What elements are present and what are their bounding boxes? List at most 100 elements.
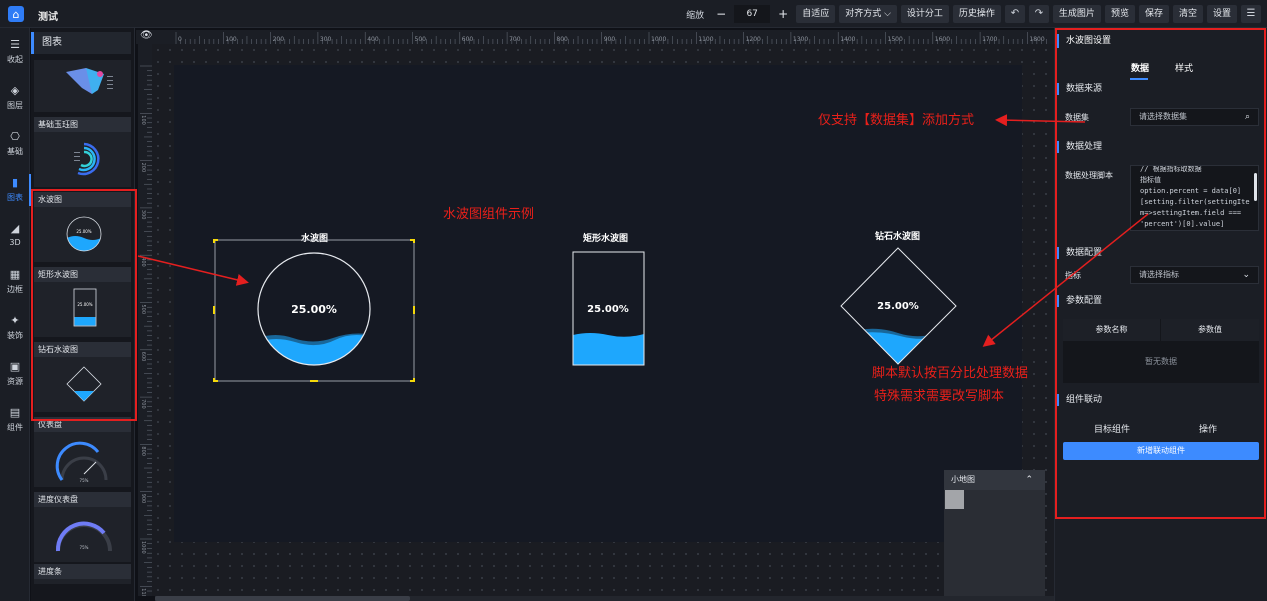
nav-label: 装饰: [7, 331, 23, 340]
card-title: 进度仪表盘: [34, 492, 131, 507]
clear-button[interactable]: 清空: [1172, 5, 1203, 23]
nav-layers[interactable]: ◈ 图层: [0, 78, 30, 118]
preview-button[interactable]: 预览: [1104, 5, 1135, 23]
card-title: 基础玉珏图: [34, 117, 131, 132]
card-title: 进度条: [34, 564, 131, 579]
nav-label: 组件: [7, 423, 23, 432]
ruler-label: 1200: [746, 36, 761, 43]
nav-resources[interactable]: ▣ 资源: [0, 354, 30, 394]
nav-label: 基础: [7, 147, 23, 156]
library-card-bubble[interactable]: [34, 60, 131, 112]
top-ruler: 0 100 200 300 400 500 600 700 800 900 1000 1100 1200…: [136, 30, 1054, 44]
zoom-in-button[interactable]: +: [774, 5, 792, 23]
gauge-thumb-value: 75%: [80, 478, 89, 483]
annotation-box-library: [31, 189, 137, 421]
eye-icon[interactable]: 👁: [140, 30, 153, 41]
nav-components[interactable]: ▤ 组件: [0, 400, 30, 440]
save-button[interactable]: 保存: [1138, 5, 1169, 23]
ruler-label: 1700: [982, 36, 997, 43]
ruler-label: 500: [140, 305, 146, 315]
zoom-input[interactable]: 67: [734, 5, 771, 23]
ruler-label: 1000: [140, 541, 146, 554]
wave-diamond-widget[interactable]: 25.00%: [840, 247, 958, 365]
nav-label: 收起: [7, 55, 23, 64]
nav-charts[interactable]: ▮ 图表: [0, 170, 31, 210]
zoom-label: 缩放: [686, 10, 705, 21]
annotation-script-line1: 脚本默认按百分比处理数据: [872, 366, 1029, 381]
basic-icon: ⎔: [10, 130, 20, 143]
ruler-label: 1000: [651, 36, 666, 43]
align-dropdown[interactable]: 对齐方式 ⌵: [839, 5, 897, 23]
settings-button[interactable]: 设置: [1206, 5, 1237, 23]
left-ruler: 100 200 300 400 500 600 700 800 900 1000 1100: [138, 44, 152, 596]
ruler-label: 1100: [140, 588, 146, 596]
annotation-example: 水波图组件示例: [443, 207, 535, 222]
nav-label: 边框: [7, 285, 23, 294]
wave-diamond-title: 钻石水波图: [875, 232, 921, 242]
menu-icon[interactable]: ☰: [1241, 5, 1261, 23]
ruler-label: 700: [140, 399, 146, 409]
ruler-label: 200: [273, 36, 285, 43]
nav-collapse[interactable]: ☰ 收起: [0, 32, 30, 72]
home-icon[interactable]: ⌂: [8, 6, 24, 22]
jade-ring-thumbnail: [74, 142, 100, 176]
component-icon: ▤: [9, 406, 21, 419]
ruler-label: 100: [140, 115, 146, 125]
ruler-label: 1800: [1029, 36, 1044, 43]
ruler-label: 1600: [935, 36, 950, 43]
ruler-label: 400: [367, 36, 379, 43]
chevron-up-icon[interactable]: ⌃: [1025, 470, 1033, 490]
image-icon: ▣: [9, 360, 21, 373]
wave-rect-widget[interactable]: 25.00%: [572, 251, 645, 366]
ruler-label: 0: [178, 36, 182, 43]
layers-icon: ◈: [10, 84, 20, 97]
collapse-icon: ☰: [10, 38, 20, 51]
decoration-icon: ✦: [10, 314, 20, 327]
distribute-button[interactable]: 设计分工: [900, 5, 949, 23]
generate-image-button[interactable]: 生成图片: [1052, 5, 1101, 23]
ruler-label: 200: [140, 163, 146, 173]
undo-icon[interactable]: ↶: [1004, 5, 1025, 23]
wave-rect-title: 矩形水波图: [583, 234, 629, 244]
ruler-label: 1500: [888, 36, 903, 43]
annotation-dataset-only: 仅支持【数据集】添加方式: [818, 113, 975, 128]
ruler-label: 600: [140, 352, 146, 362]
ruler-label: 300: [320, 36, 332, 43]
ruler-label: 1400: [840, 36, 855, 43]
wave-diamond-value: 25.00%: [877, 301, 919, 312]
cube-icon: ◢: [10, 222, 20, 235]
nav-decorations[interactable]: ✦ 装饰: [0, 308, 30, 348]
history-button[interactable]: 历史操作: [952, 5, 1001, 23]
wave-circle-widget[interactable]: 25.00%: [213, 239, 416, 382]
redo-icon[interactable]: ↷: [1028, 5, 1049, 23]
ruler-label: 1100: [698, 36, 713, 43]
ruler-label: 500: [415, 36, 427, 43]
library-card-progress-bar[interactable]: 进度条: [34, 564, 131, 584]
nav-label: 3D: [9, 238, 21, 247]
ruler-label: 900: [604, 36, 616, 43]
library-card-jade-ring[interactable]: 基础玉珏图: [34, 117, 131, 187]
annotation-script-line2: 特殊需求需要改写脚本: [874, 389, 1005, 404]
library-header: 图表: [31, 32, 131, 54]
minimap-title: 小地图: [951, 475, 975, 484]
left-nav: ☰ 收起 ◈ 图层 ⎔ 基础 ▮ 图表 ◢ 3D ▦ 边框 ✦ 装饰 ▣ 资源 ▤ 组件: [0, 28, 31, 601]
progress-gauge-thumbnail: 75%: [55, 521, 112, 552]
scrollbar-thumb[interactable]: [155, 596, 410, 601]
gauge-thumbnail: 75%: [55, 441, 108, 483]
zoom-out-button[interactable]: −: [712, 5, 730, 23]
ruler-label: 700: [509, 36, 521, 43]
wave-rect-value: 25.00%: [587, 304, 629, 315]
ruler-label: 300: [140, 210, 146, 220]
minimap[interactable]: 小地图 ⌃: [944, 470, 1045, 596]
ruler-label: 1300: [793, 36, 808, 43]
nav-borders[interactable]: ▦ 边框: [0, 262, 30, 302]
horizontal-scrollbar[interactable]: [155, 596, 1055, 601]
minimap-viewport[interactable]: [945, 490, 964, 509]
library-card-progress-gauge[interactable]: 进度仪表盘 75%: [34, 492, 131, 562]
annotation-box-panel: [1055, 28, 1266, 519]
progress-gauge-thumb-value: 75%: [80, 545, 89, 550]
fit-button[interactable]: 自适应: [796, 5, 836, 23]
nav-basic[interactable]: ⎔ 基础: [0, 124, 30, 164]
library-card-gauge[interactable]: 仪表盘 75%: [34, 417, 131, 487]
nav-3d[interactable]: ◢ 3D: [0, 216, 30, 256]
